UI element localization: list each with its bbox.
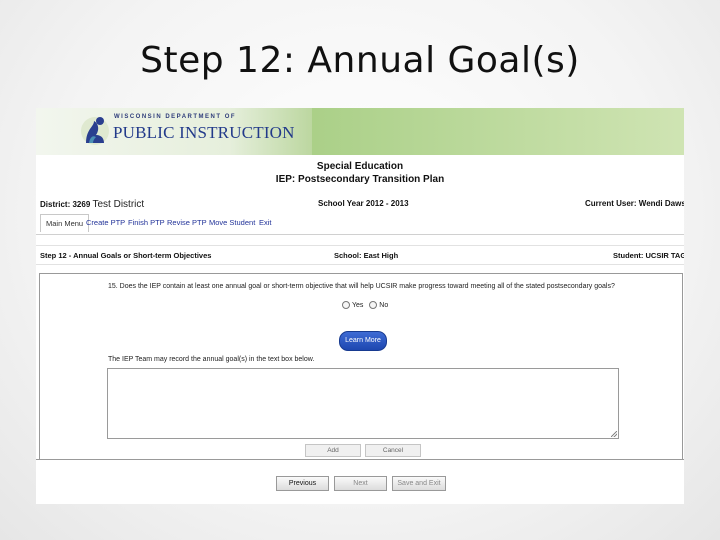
stepbar-divider-top [36, 245, 684, 246]
nav-tabs: Main Menu Create PTP Finish PTP Revise P… [40, 214, 680, 234]
app-screenshot: WISCONSIN DEPARTMENT OF PUBLIC INSTRUCTI… [36, 108, 684, 504]
goal-form-panel: 15. Does the IEP contain at least one an… [39, 273, 683, 460]
slide-title: Step 12: Annual Goal(s) [140, 40, 580, 81]
student-label: Student: UCSIR TAGDE [613, 251, 684, 260]
tab-finish-ptp[interactable]: Finish PTP [128, 218, 165, 227]
stepbar-divider-bottom [36, 264, 684, 265]
yes-no-radios: Yes No [342, 301, 388, 309]
annual-goal-textarea[interactable] [107, 368, 619, 439]
logo-small-text: WISCONSIN DEPARTMENT OF [114, 114, 237, 120]
app-header: Special Education IEP: Postsecondary Tra… [36, 160, 684, 186]
dpi-emblem-icon [81, 117, 109, 145]
cancel-button[interactable]: Cancel [365, 444, 421, 457]
tab-exit[interactable]: Exit [259, 218, 272, 227]
tab-revise-ptp[interactable]: Revise PTP [167, 218, 207, 227]
step-label: Step 12 - Annual Goals or Short-term Obj… [40, 251, 212, 260]
tab-move-student[interactable]: Move Student [209, 218, 255, 227]
tab-create-ptp[interactable]: Create PTP [86, 218, 125, 227]
question-15: 15. Does the IEP contain at least one an… [108, 283, 615, 290]
school-label: School: East High [334, 251, 399, 260]
header-line-2: IEP: Postsecondary Transition Plan [275, 174, 445, 185]
no-label: No [379, 301, 389, 309]
yes-radio[interactable] [342, 301, 350, 309]
current-user: Current User: Wendi Dawson [585, 199, 684, 208]
yes-label: Yes [352, 301, 364, 309]
logo-big-text: PUBLIC INSTRUCTION [113, 123, 295, 142]
save-exit-button[interactable]: Save and Exit [392, 476, 446, 491]
no-radio[interactable] [369, 301, 378, 309]
previous-button[interactable]: Previous [276, 476, 329, 491]
add-button[interactable]: Add [305, 444, 361, 457]
district-name: Test District [92, 199, 145, 210]
next-button[interactable]: Next [334, 476, 387, 491]
header-banner: WISCONSIN DEPARTMENT OF PUBLIC INSTRUCTI… [36, 108, 684, 155]
district-info: District: 3269 Test District [40, 199, 144, 210]
footer-nav: Previous Next Save and Exit [36, 459, 684, 504]
header-line-1: Special Education [316, 161, 404, 172]
dpi-logo: WISCONSIN DEPARTMENT OF PUBLIC INSTRUCTI… [36, 108, 312, 155]
school-year: School Year 2012 - 2013 [318, 199, 409, 208]
district-label: District: [40, 200, 71, 209]
goal-instruction: The IEP Team may record the annual goal(… [108, 356, 315, 363]
resize-handle-icon[interactable] [611, 431, 617, 437]
tab-main-menu[interactable]: Main Menu [40, 214, 90, 232]
tabs-divider [36, 234, 684, 235]
district-number: 3269 [72, 200, 91, 209]
learn-more-button[interactable]: Learn More [339, 331, 387, 351]
